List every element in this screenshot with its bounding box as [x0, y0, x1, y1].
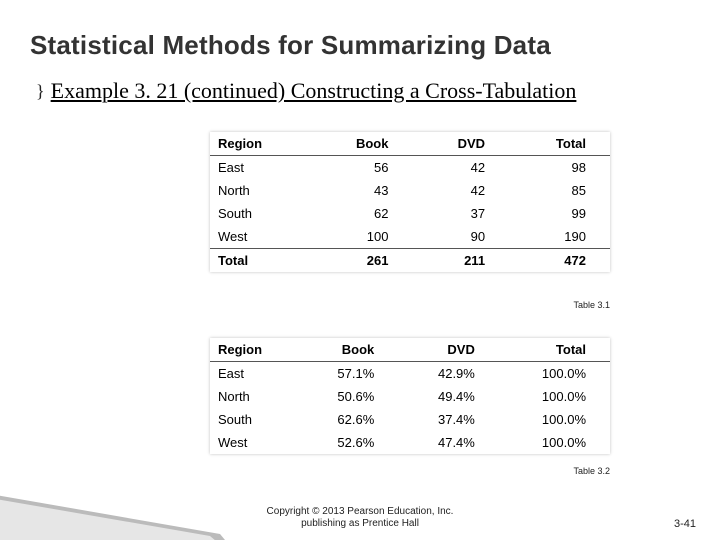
- cell-region: West: [210, 431, 298, 454]
- cell-dvd: 42.9%: [398, 362, 499, 386]
- cell-total: 190: [509, 225, 610, 249]
- cell-total: 100.0%: [499, 408, 610, 431]
- bullet-marker-icon: }: [36, 78, 45, 104]
- cell-dvd: 42: [412, 156, 509, 180]
- table-row: East 56 42 98: [210, 156, 610, 180]
- cell-total: 85: [509, 179, 610, 202]
- slide: Statistical Methods for Summarizing Data…: [0, 0, 720, 540]
- cell-dvd: 42: [412, 179, 509, 202]
- table-row: West 52.6% 47.4% 100.0%: [210, 431, 610, 454]
- col-book: Book: [308, 132, 413, 156]
- cell-total: 99: [509, 202, 610, 225]
- cell-book: 100: [308, 225, 413, 249]
- table: Region Book DVD Total East 57.1% 42.9% 1…: [210, 338, 610, 454]
- table-row: East 57.1% 42.9% 100.0%: [210, 362, 610, 386]
- cell-region: North: [210, 385, 298, 408]
- table-caption: Table 3.2: [210, 466, 610, 476]
- cell-total: 100.0%: [499, 362, 610, 386]
- cell-total: 98: [509, 156, 610, 180]
- cell-total: 472: [509, 249, 610, 273]
- slide-title: Statistical Methods for Summarizing Data: [30, 30, 700, 61]
- bullet-item: } Example 3. 21 (continued) Constructing…: [36, 78, 680, 104]
- cell-region: South: [210, 408, 298, 431]
- cell-region: South: [210, 202, 308, 225]
- cell-dvd: 211: [412, 249, 509, 273]
- page-number: 3-41: [674, 518, 696, 530]
- cell-book: 52.6%: [298, 431, 399, 454]
- cell-dvd: 90: [412, 225, 509, 249]
- col-region: Region: [210, 338, 298, 362]
- table-header-row: Region Book DVD Total: [210, 132, 610, 156]
- table-total-row: Total 261 211 472: [210, 249, 610, 273]
- cell-region: North: [210, 179, 308, 202]
- col-book: Book: [298, 338, 399, 362]
- col-total: Total: [509, 132, 610, 156]
- table-row: North 43 42 85: [210, 179, 610, 202]
- cell-region: West: [210, 225, 308, 249]
- cell-book: 43: [308, 179, 413, 202]
- example-title: Example 3. 21 (continued) Constructing a…: [51, 78, 577, 104]
- col-region: Region: [210, 132, 308, 156]
- cell-book: 62.6%: [298, 408, 399, 431]
- col-dvd: DVD: [412, 132, 509, 156]
- table-row: South 62.6% 37.4% 100.0%: [210, 408, 610, 431]
- col-dvd: DVD: [398, 338, 499, 362]
- cell-region: East: [210, 156, 308, 180]
- table-row: West 100 90 190: [210, 225, 610, 249]
- copyright-line-1: Copyright © 2013 Pearson Education, Inc.: [267, 506, 454, 517]
- cell-book: 261: [308, 249, 413, 273]
- col-total: Total: [499, 338, 610, 362]
- cell-dvd: 49.4%: [398, 385, 499, 408]
- cell-total: 100.0%: [499, 431, 610, 454]
- cell-region: East: [210, 362, 298, 386]
- copyright-line-2: publishing as Prentice Hall: [301, 518, 419, 529]
- cell-dvd: 37.4%: [398, 408, 499, 431]
- copyright-footer: Copyright © 2013 Pearson Education, Inc.…: [0, 506, 720, 530]
- cell-book: 62: [308, 202, 413, 225]
- cross-tab-percent-table: Region Book DVD Total East 57.1% 42.9% 1…: [210, 338, 610, 454]
- cell-book: 50.6%: [298, 385, 399, 408]
- table: Region Book DVD Total East 56 42 98 Nort…: [210, 132, 610, 272]
- cell-book: 57.1%: [298, 362, 399, 386]
- cell-total: 100.0%: [499, 385, 610, 408]
- cross-tab-counts-table: Region Book DVD Total East 56 42 98 Nort…: [210, 132, 610, 272]
- table-header-row: Region Book DVD Total: [210, 338, 610, 362]
- cell-dvd: 37: [412, 202, 509, 225]
- table-row: North 50.6% 49.4% 100.0%: [210, 385, 610, 408]
- cell-book: 56: [308, 156, 413, 180]
- cell-dvd: 47.4%: [398, 431, 499, 454]
- cell-region: Total: [210, 249, 308, 273]
- table-row: South 62 37 99: [210, 202, 610, 225]
- table-caption: Table 3.1: [210, 300, 610, 310]
